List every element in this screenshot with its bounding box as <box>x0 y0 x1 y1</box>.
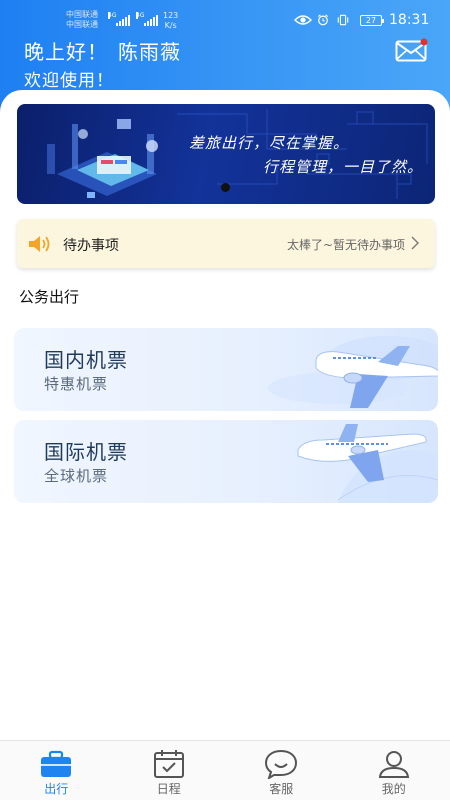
tab-label: 日程 <box>156 782 181 796</box>
network-1-label: 4G <box>108 12 117 19</box>
status-bar: 中国联通 中国联通 4G 4G 123 K/s 27 18:31 <box>0 0 450 40</box>
user-icon <box>378 751 409 778</box>
section-title: 公务出行 <box>19 288 80 306</box>
bottom-tab-bar: 出行 日程 客服 我的 <box>0 740 450 800</box>
tab-travel[interactable]: 出行 <box>0 741 113 800</box>
calendar-icon <box>153 750 184 778</box>
banner-line-1: 差旅出行，尽在掌握。 <box>189 134 350 152</box>
mail-icon[interactable] <box>395 38 429 62</box>
domestic-flight-card[interactable]: 国内机票 特惠机票 <box>14 328 438 411</box>
welcome-text: 欢迎使用！ <box>24 71 114 91</box>
vibrate-icon <box>337 14 349 26</box>
todo-status: 太棒了~暂无待办事项 <box>286 238 405 252</box>
user-name: 陈雨薇 <box>118 40 181 64</box>
airplane-globe-illustration <box>297 424 438 503</box>
signal-2-icon: 4G <box>136 12 158 26</box>
network-2-label: 4G <box>136 12 145 19</box>
todo-bar[interactable]: 待办事项 太棒了~暂无待办事项 <box>17 219 435 268</box>
card-title: 国内机票 <box>44 348 128 372</box>
tab-label: 我的 <box>381 782 406 796</box>
chevron-right-icon <box>411 236 419 250</box>
greeting-text: 晚上好！ <box>24 40 108 64</box>
banner-line-2: 行程管理，一目了然。 <box>263 158 424 176</box>
card-subtitle: 特惠机票 <box>44 375 109 393</box>
eye-icon <box>294 15 312 25</box>
net-speed-unit: K/s <box>164 21 177 30</box>
clock: 18:31 <box>389 12 430 28</box>
tab-label: 出行 <box>44 782 69 796</box>
carrier-2: 中国联通 <box>66 20 98 29</box>
promo-banner[interactable]: 差旅出行，尽在掌握。 行程管理，一目了然。 <box>17 104 435 204</box>
tab-schedule[interactable]: 日程 <box>113 741 226 800</box>
speaker-icon <box>29 236 50 252</box>
smile-chat-icon <box>265 749 298 779</box>
net-speed: 123 K/s <box>163 11 178 31</box>
card-subtitle: 全球机票 <box>44 467 109 485</box>
card-title: 国际机票 <box>44 440 128 464</box>
tab-mine[interactable]: 我的 <box>338 741 450 800</box>
banner-page-indicator[interactable] <box>221 183 230 192</box>
tab-label: 客服 <box>269 782 294 796</box>
airplane-illustration <box>268 336 438 408</box>
greeting: 晚上好！ 陈雨薇 <box>24 36 181 65</box>
international-flight-card[interactable]: 国际机票 全球机票 <box>14 420 438 503</box>
briefcase-icon <box>41 750 72 777</box>
carrier-labels: 中国联通 中国联通 <box>66 10 98 30</box>
tab-customer-service[interactable]: 客服 <box>225 741 338 800</box>
todo-label: 待办事项 <box>63 238 119 254</box>
carrier-1: 中国联通 <box>66 10 98 19</box>
battery-icon: 27 <box>360 15 384 26</box>
signal-1-icon: 4G <box>108 12 130 26</box>
alarm-icon <box>317 14 329 26</box>
net-speed-value: 123 <box>163 11 179 20</box>
